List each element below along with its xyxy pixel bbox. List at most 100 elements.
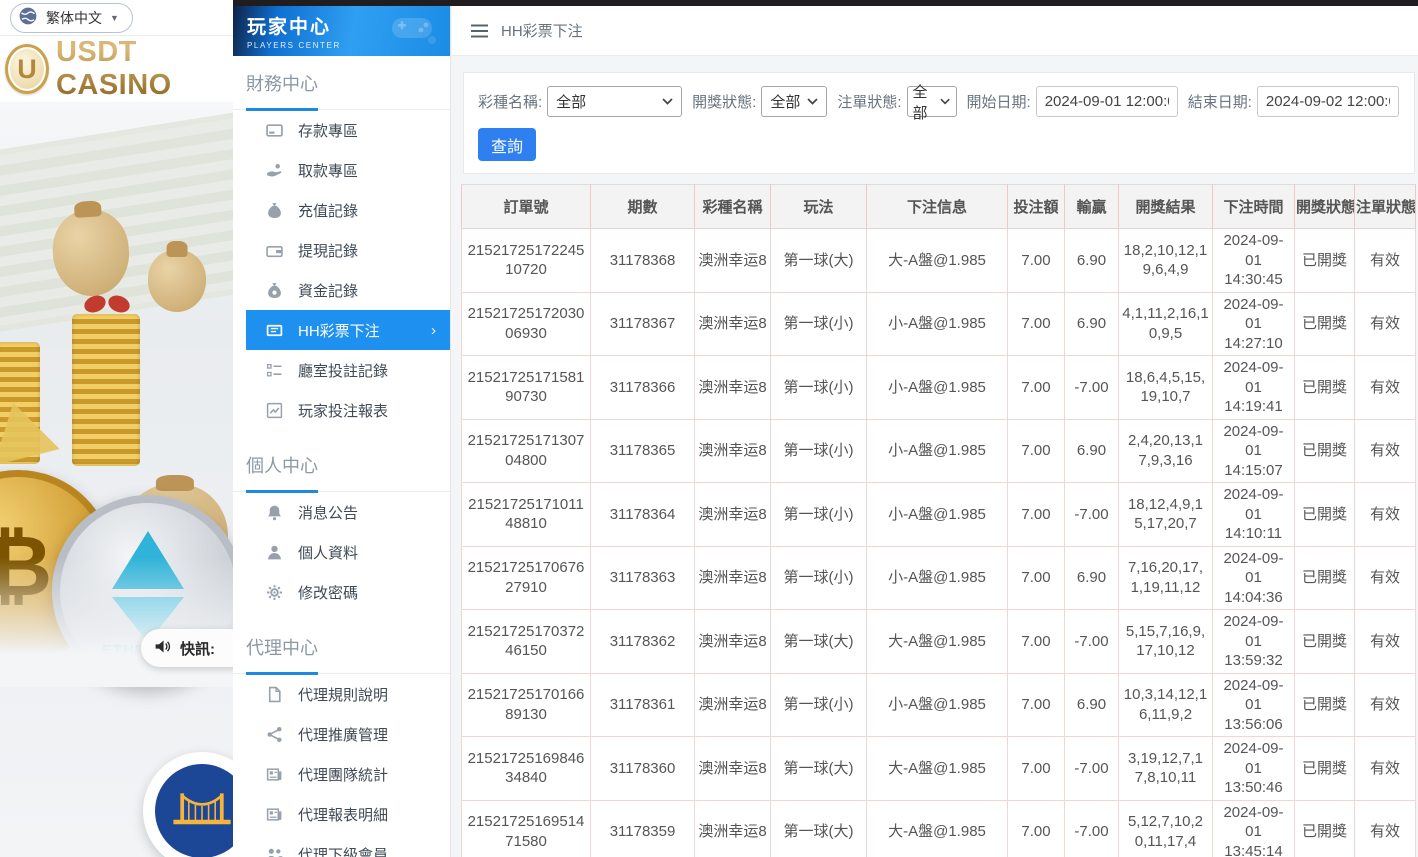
table-cell: 已開獎: [1294, 609, 1355, 674]
draw-status-select[interactable]: 全部: [761, 86, 828, 117]
column-header: 彩種名稱: [694, 184, 771, 229]
news-ticker[interactable]: 快訊:: [141, 629, 233, 667]
table-cell: 澳洲幸运8: [694, 672, 771, 737]
chevron-down-icon: [662, 98, 673, 105]
sidebar-item-recharge-bag[interactable]: 充值記錄: [233, 190, 450, 230]
sidebar-item-agent-report[interactable]: 代理報表明細: [233, 794, 450, 834]
table-cell: 第一球(大): [770, 228, 867, 293]
bell-icon: [266, 504, 283, 521]
table-cell: 有效: [1354, 228, 1416, 293]
table-cell: 18,2,10,12,19,6,4,9: [1118, 228, 1213, 293]
table-cell: 第一球(小): [770, 482, 867, 547]
section-title: 個人中心: [233, 438, 450, 493]
end-date-input[interactable]: [1256, 86, 1399, 117]
sidebar-item-deposit-card[interactable]: 存款專區: [233, 110, 450, 150]
sidebar-item-lottery-bet[interactable]: HH彩票下注 ›: [246, 310, 450, 350]
table-cell: 大-A盤@1.985: [866, 609, 1008, 674]
globe-icon: [18, 6, 38, 29]
page-title: HH彩票下注: [501, 23, 583, 40]
table-cell: 31178366: [590, 355, 695, 420]
caret-down-icon: ▼: [110, 12, 119, 23]
table-cell: 2152172517037246150: [461, 609, 591, 674]
table-cell: 2152172517130704800: [461, 418, 591, 483]
sidebar-item-agent-rules[interactable]: 代理規則說明: [233, 674, 450, 714]
table-cell: 2024-09-01 14:19:41: [1212, 355, 1295, 420]
table-cell: 4,1,11,2,16,10,9,5: [1118, 291, 1213, 356]
table-cell: 第一球(大): [770, 609, 867, 674]
table-cell: 澳洲幸运8: [694, 418, 771, 483]
sidebar-item-agent-members[interactable]: 代理下級會員: [233, 834, 450, 857]
agent-team-icon: [266, 766, 283, 783]
table-cell: 已開獎: [1294, 672, 1355, 737]
sidebar-item-profile[interactable]: 個人資料: [233, 532, 450, 572]
sidebar-item-withdraw-hand[interactable]: 取款專區: [233, 150, 450, 190]
start-date-input[interactable]: [1035, 86, 1178, 117]
table-cell: 澳洲幸运8: [694, 545, 771, 610]
brand-name: USDT CASINO: [56, 36, 233, 102]
table-cell: 6.90: [1064, 291, 1119, 356]
language-label: 繁体中文: [46, 9, 102, 26]
sidebar-item-label: 存款專區: [298, 122, 359, 140]
sidebar-item-password-gear[interactable]: 修改密碼: [233, 572, 450, 612]
language-selector[interactable]: 繁体中文 ▼: [10, 2, 133, 33]
table-cell: 7.00: [1007, 545, 1065, 610]
table-cell: 有效: [1354, 609, 1416, 674]
table-cell: 澳洲幸运8: [694, 609, 771, 674]
table-cell: 2152172517101148810: [461, 482, 591, 547]
search-button[interactable]: 查詢: [478, 128, 537, 161]
sidebar-item-agent-promo[interactable]: 代理推廣管理: [233, 714, 450, 754]
lottery-type-select[interactable]: 全部: [547, 86, 683, 117]
table-row: 2152172516951471580 31178359 澳洲幸运8 第一球(大) 大-…: [461, 799, 1416, 857]
column-header: 輸贏: [1064, 184, 1119, 229]
sidebar-item-label: 取款專區: [298, 162, 359, 180]
recharge-bag-icon: [266, 202, 283, 219]
lottery-bet-icon: [266, 322, 283, 339]
coin-stack-graphic: [72, 314, 140, 466]
table-cell: 3,19,12,7,17,8,10,11: [1118, 736, 1213, 801]
screen: ₿ ETHEREUM 繁体中文 ▼ U USDT CASINO 快訊:: [0, 0, 1418, 857]
table-cell: 31178360: [590, 736, 695, 801]
column-header: 期數: [590, 184, 695, 229]
red-ribbon-graphic: [84, 294, 130, 318]
sidebar-item-bell[interactable]: 消息公告: [233, 492, 450, 532]
table-cell: 7.00: [1007, 291, 1065, 356]
table-cell: -7.00: [1064, 609, 1119, 674]
table-cell: 2024-09-01 14:10:11: [1212, 482, 1295, 547]
table-cell: 2024-09-01 14:04:36: [1212, 545, 1295, 610]
sidebar-item-label: 修改密碼: [298, 584, 359, 602]
table-cell: 10,3,14,12,16,11,9,2: [1118, 672, 1213, 737]
password-gear-icon: [266, 584, 283, 601]
sidebar-item-player-report[interactable]: 玩家投注報表: [233, 390, 450, 430]
column-header: 注單狀態: [1354, 184, 1416, 229]
table-cell: 澳洲幸运8: [694, 228, 771, 293]
table-cell: 有效: [1354, 736, 1416, 801]
withdraw-record-icon: [266, 242, 283, 259]
table-cell: 有效: [1354, 545, 1416, 610]
sidebar-item-agent-team[interactable]: 代理團隊統計: [233, 754, 450, 794]
table-cell: 6.90: [1064, 228, 1119, 293]
table-cell: 31178364: [590, 482, 695, 547]
usdt-coin-icon: U: [5, 44, 49, 94]
agent-members-icon: [266, 846, 283, 857]
table-cell: 小-A盤@1.985: [866, 291, 1008, 356]
table-cell: 有效: [1354, 799, 1416, 857]
table-row: 2152172517101148810 31178364 澳洲幸运8 第一球(小) 小-…: [461, 482, 1416, 547]
table-cell: 31178365: [590, 418, 695, 483]
sidebar-item-label: 代理報表明細: [298, 806, 389, 824]
menu-toggle-icon[interactable]: [470, 23, 489, 39]
table-cell: 已開獎: [1294, 482, 1355, 547]
table-cell: 2152172517203006930: [461, 291, 591, 356]
sidebar-item-withdraw-record[interactable]: 提現記錄: [233, 230, 450, 270]
table-cell: 2152172516984634840: [461, 736, 591, 801]
order-status-select[interactable]: 全部: [906, 84, 957, 122]
sidebar-item-funds-record[interactable]: 資金記錄: [233, 270, 450, 310]
table-row: 2152172517037246150 31178362 澳洲幸运8 第一球(大) 大-…: [461, 609, 1416, 674]
table-cell: 第一球(小): [770, 355, 867, 420]
table-cell: 2024-09-01 14:15:07: [1212, 418, 1295, 483]
filter-panel: 彩種名稱: 全部 開獎狀態: 全部 注單狀態: 全部 開始日期: 結束日期:: [463, 72, 1415, 174]
sidebar-item-room-bet-record[interactable]: 廳室投註記錄: [233, 350, 450, 390]
table-cell: 2024-09-01 14:27:10: [1212, 291, 1295, 356]
table-cell: 7.00: [1007, 609, 1065, 674]
table-row: 2152172517203006930 31178367 澳洲幸运8 第一球(小) 小-…: [461, 291, 1416, 356]
table-cell: 2024-09-01 13:59:32: [1212, 609, 1295, 674]
